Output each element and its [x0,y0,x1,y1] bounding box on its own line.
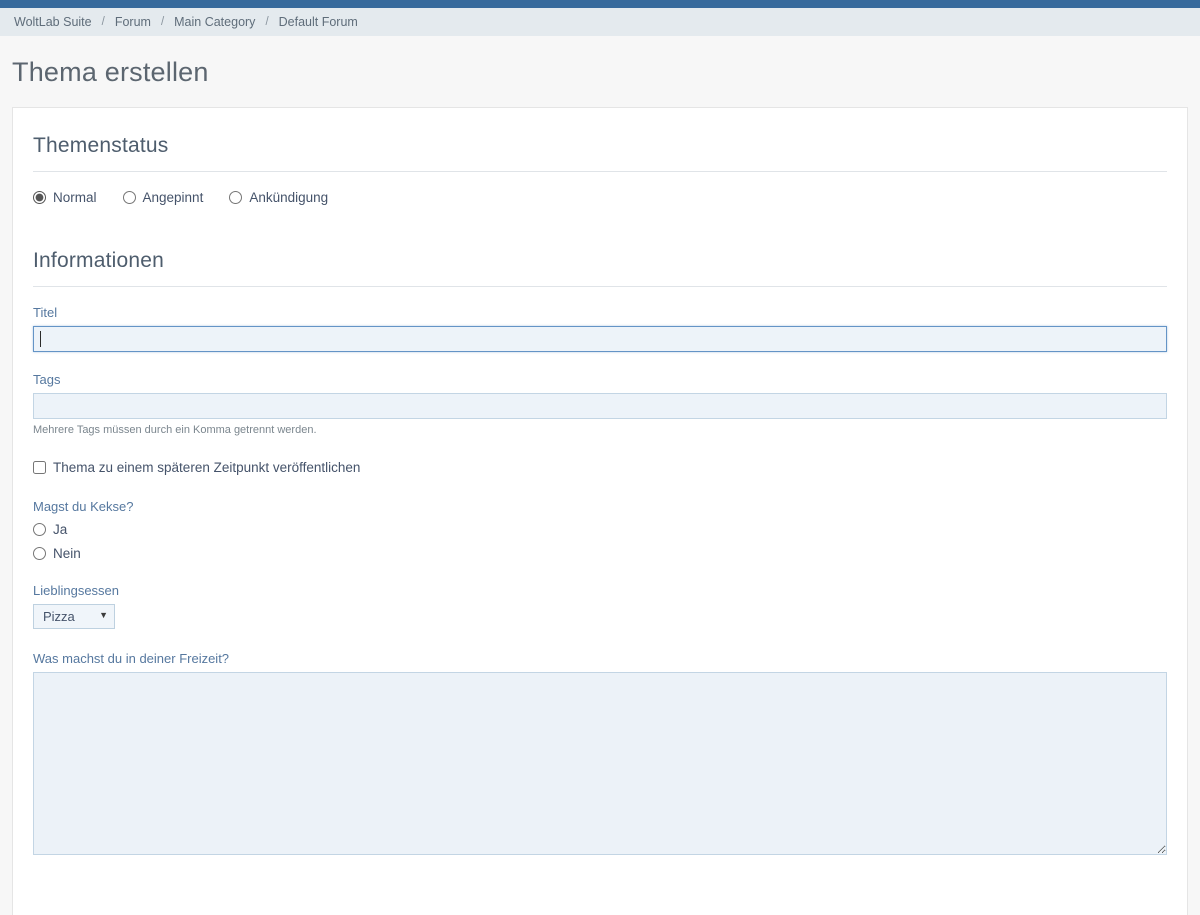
lieblingsessen-label: Lieblingsessen [33,583,1167,598]
radio-label-normal: Normal [53,190,97,205]
publish-later-label: Thema zu einem späteren Zeitpunkt veröff… [53,460,360,475]
top-accent-bar [0,0,1200,8]
freizeit-label: Was machst du in deiner Freizeit? [33,651,1167,666]
radio-option-angepinnt[interactable]: Angepinnt [123,190,204,205]
kekse-radio-group: Ja Nein [33,522,1167,561]
radio-label-ja: Ja [53,522,67,537]
radio-ja[interactable] [33,523,46,536]
radio-option-nein[interactable]: Nein [33,546,1167,561]
breadcrumb-item-default-forum[interactable]: Default Forum [279,15,358,29]
page-title: Thema erstellen [12,57,1188,88]
field-publish-later: Thema zu einem späteren Zeitpunkt veröff… [33,460,1167,475]
radio-option-normal[interactable]: Normal [33,190,97,205]
breadcrumb-separator: / [161,16,164,28]
section-informationen: Informationen Titel Tags Mehrere Tags mü… [33,249,1167,855]
titel-label: Titel [33,305,1167,320]
radio-option-ja[interactable]: Ja [33,522,1167,537]
section-title-themenstatus: Themenstatus [33,134,1167,172]
radio-label-ankuendigung: Ankündigung [249,190,328,205]
themenstatus-radio-group: Normal Angepinnt Ankündigung [33,190,1167,205]
field-kekse: Magst du Kekse? Ja Nein [33,499,1167,561]
field-titel: Titel [33,305,1167,352]
breadcrumb-item-woltlab-suite[interactable]: WoltLab Suite [14,15,92,29]
kekse-label: Magst du Kekse? [33,499,1167,514]
section-title-informationen: Informationen [33,249,1167,287]
content-header: Thema erstellen [0,36,1200,107]
breadcrumb-item-main-category[interactable]: Main Category [174,15,255,29]
field-tags: Tags Mehrere Tags müssen durch ein Komma… [33,372,1167,436]
lieblingsessen-select[interactable]: Pizza [33,604,115,629]
field-lieblingsessen: Lieblingsessen Pizza ▼ [33,583,1167,629]
radio-label-angepinnt: Angepinnt [143,190,204,205]
create-topic-form: Themenstatus Normal Angepinnt Ankündigun… [12,107,1188,915]
radio-option-ankuendigung[interactable]: Ankündigung [229,190,328,205]
freizeit-textarea[interactable] [33,672,1167,855]
radio-nein[interactable] [33,547,46,560]
radio-angepinnt[interactable] [123,191,136,204]
publish-later-option[interactable]: Thema zu einem späteren Zeitpunkt veröff… [33,460,1167,475]
breadcrumb: WoltLab Suite / Forum / Main Category / … [0,8,1200,36]
tags-input[interactable] [33,393,1167,419]
titel-input[interactable] [33,326,1167,352]
radio-label-nein: Nein [53,546,81,561]
publish-later-checkbox[interactable] [33,461,46,474]
tags-label: Tags [33,372,1167,387]
breadcrumb-item-forum[interactable]: Forum [115,15,151,29]
section-themenstatus: Themenstatus Normal Angepinnt Ankündigun… [33,134,1167,205]
breadcrumb-separator: / [102,16,105,28]
breadcrumb-separator: / [265,16,268,28]
field-freizeit: Was machst du in deiner Freizeit? [33,651,1167,855]
radio-ankuendigung[interactable] [229,191,242,204]
radio-normal[interactable] [33,191,46,204]
tags-help-text: Mehrere Tags müssen durch ein Komma getr… [33,424,1167,436]
